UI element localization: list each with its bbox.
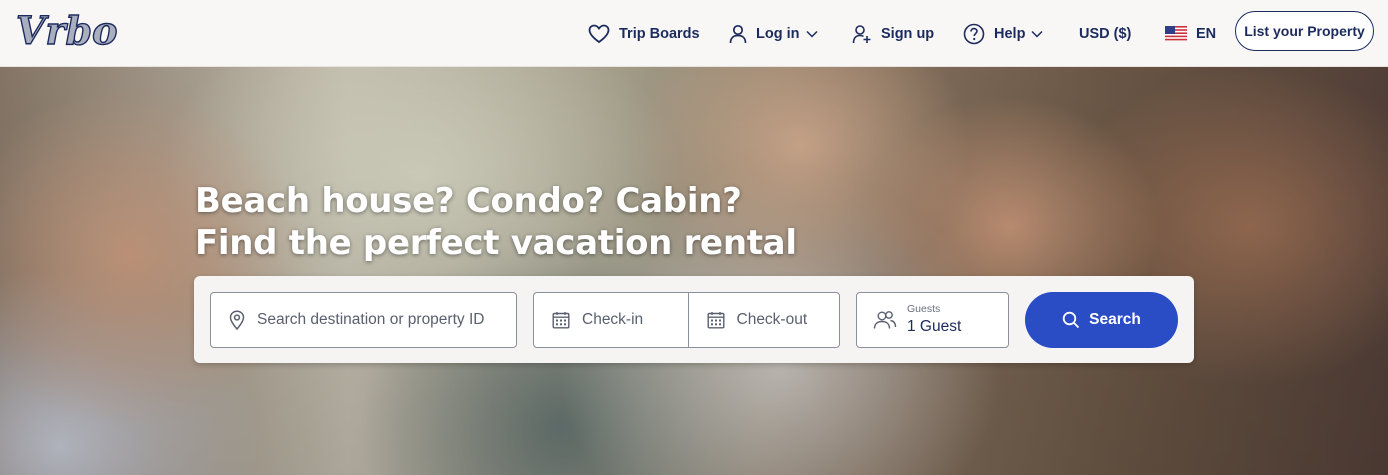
svg-text:Vrbo: Vrbo: [16, 10, 117, 52]
hero-title-line-2: Find the perfect vacation rental: [195, 223, 797, 263]
chevron-down-icon: [805, 30, 818, 38]
add-user-icon: [852, 24, 871, 43]
question-icon: [963, 23, 985, 44]
help-label: Help: [994, 25, 1026, 42]
heart-icon: [588, 24, 610, 43]
language-label: EN: [1196, 25, 1217, 42]
destination-field[interactable]: Search destination or property ID: [210, 292, 517, 348]
language-selector[interactable]: EN: [1165, 0, 1216, 67]
help-menu[interactable]: Help: [963, 0, 1043, 67]
guests-icon: [873, 311, 897, 329]
guests-label: Guests: [907, 303, 941, 315]
search-button-label: Search: [1089, 311, 1141, 328]
currency-selector[interactable]: USD ($): [1079, 0, 1131, 67]
vrbo-logo[interactable]: Vrbo Vrbo: [14, 10, 138, 52]
hero-overlay: [0, 67, 1388, 475]
check-in-field[interactable]: Check-in: [534, 293, 688, 347]
hero-title: Beach house? Condo? Cabin? Find the perf…: [195, 180, 895, 264]
destination-input[interactable]: Search destination or property ID: [257, 311, 484, 329]
calendar-icon: [552, 312, 570, 329]
check-out-field[interactable]: Check-out: [687, 293, 840, 347]
sign-up-link[interactable]: Sign up: [852, 0, 934, 67]
check-in-input[interactable]: Check-in: [582, 311, 643, 329]
log-in-label: Log in: [756, 25, 800, 42]
sign-up-label: Sign up: [881, 25, 935, 42]
trip-boards-label: Trip Boards: [619, 25, 700, 42]
guests-field[interactable]: Guests 1 Guest: [856, 292, 1009, 348]
list-your-property-button[interactable]: List your Property: [1235, 11, 1374, 51]
date-range-field: Check-in Check-out: [533, 292, 840, 348]
log-in-menu[interactable]: Log in: [729, 0, 818, 67]
search-icon: [1062, 311, 1080, 329]
search-button[interactable]: Search: [1025, 292, 1178, 348]
chevron-down-icon: [1031, 30, 1043, 38]
guests-value: 1 Guest: [907, 318, 962, 335]
us-flag-icon: [1165, 26, 1187, 41]
check-out-input[interactable]: Check-out: [737, 311, 808, 329]
trip-boards-link[interactable]: Trip Boards: [588, 0, 700, 67]
hero-title-line-1: Beach house? Condo? Cabin?: [195, 181, 742, 221]
guests-text: Guests 1 Guest: [907, 303, 961, 337]
site-header: Vrbo Vrbo Trip Boards Log in Sign up Hel…: [0, 0, 1388, 67]
user-icon: [729, 24, 747, 43]
location-pin-icon: [229, 310, 245, 330]
currency-label: USD ($): [1079, 25, 1132, 42]
search-panel: Search destination or property ID Check-…: [194, 276, 1194, 363]
calendar-icon: [707, 312, 725, 329]
hero-banner: Beach house? Condo? Cabin? Find the perf…: [0, 67, 1388, 475]
